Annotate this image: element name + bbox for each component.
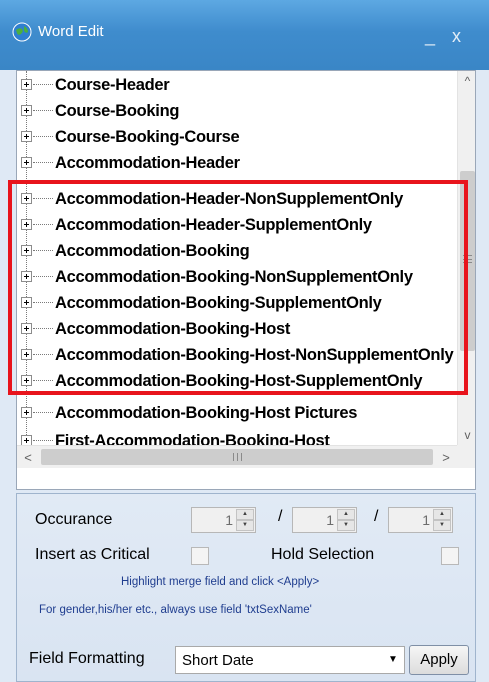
separator: /	[278, 508, 283, 525]
spin-down-icon[interactable]: ▼	[337, 520, 355, 531]
stepper-buttons: ▲ ▼	[433, 509, 451, 531]
tree-item[interactable]: Course-Booking	[17, 99, 457, 123]
insert-critical-label: Insert as Critical	[35, 546, 150, 563]
expand-icon[interactable]	[21, 105, 32, 116]
grip-icon	[233, 453, 242, 461]
expand-icon[interactable]	[21, 157, 32, 168]
stepper-buttons: ▲ ▼	[337, 509, 355, 531]
occurance-stepper-3[interactable]: 1 ▲ ▼	[388, 507, 453, 533]
tree-connector	[33, 84, 53, 85]
spin-up-icon[interactable]: ▲	[433, 509, 451, 520]
options-panel: Occurance 1 ▲ ▼ / 1 ▲ ▼ / 1 ▲ ▼ Insert a…	[16, 493, 476, 682]
tree-connector	[33, 110, 53, 111]
tree-item[interactable]: Accommodation-Booking-Host Pictures	[17, 401, 457, 425]
apply-button[interactable]: Apply	[409, 645, 469, 675]
tree-item[interactable]: First-Accommodation-Booking-Host	[17, 429, 457, 445]
tree-item-label: Accommodation-Booking-Host Pictures	[55, 404, 358, 422]
scroll-down-icon[interactable]: v	[458, 425, 475, 445]
separator: /	[374, 508, 379, 525]
expand-icon[interactable]	[21, 407, 32, 418]
tree-item-label: Course-Booking-Course	[55, 128, 240, 146]
scroll-right-icon[interactable]: >	[435, 446, 457, 469]
stepper-value: 1	[326, 512, 334, 528]
close-button[interactable]: x	[452, 26, 461, 46]
annotation-highlight-box	[8, 180, 468, 395]
tree-item-label: Course-Booking	[55, 102, 180, 120]
spin-up-icon[interactable]: ▲	[337, 509, 355, 520]
tree-connector	[33, 440, 53, 441]
expand-icon[interactable]	[21, 131, 32, 142]
horizontal-scroll-thumb[interactable]	[41, 449, 433, 465]
field-formatting-label: Field Formatting	[29, 650, 145, 667]
hold-selection-label: Hold Selection	[271, 546, 375, 563]
stepper-buttons: ▲ ▼	[236, 509, 254, 531]
scroll-up-icon[interactable]: ^	[458, 71, 475, 91]
horizontal-scrollbar[interactable]: < >	[17, 445, 457, 468]
gender-hint-text: For gender,his/her etc., always use fiel…	[39, 604, 312, 616]
stepper-value: 1	[225, 512, 233, 528]
occurance-stepper-1[interactable]: 1 ▲ ▼	[191, 507, 256, 533]
spin-down-icon[interactable]: ▼	[433, 520, 451, 531]
globe-icon	[12, 22, 32, 42]
hold-selection-checkbox[interactable]	[441, 547, 459, 565]
title-bar[interactable]: Word Edit _ x	[0, 0, 489, 70]
expand-icon[interactable]	[21, 79, 32, 90]
tree-item[interactable]: Course-Booking-Course	[17, 125, 457, 149]
tree-connector	[33, 412, 53, 413]
insert-critical-checkbox[interactable]	[191, 547, 209, 565]
select-value: Short Date	[182, 652, 254, 669]
field-formatting-select[interactable]: Short Date ▼	[175, 646, 405, 674]
occurance-label: Occurance	[35, 511, 113, 528]
minimize-button[interactable]: _	[425, 26, 435, 46]
tree-item[interactable]: Accommodation-Header	[17, 151, 457, 175]
tree-item-label: First-Accommodation-Booking-Host	[55, 432, 330, 445]
tree-item[interactable]: Course-Header	[17, 73, 457, 97]
tree-connector	[33, 136, 53, 137]
scrollbar-corner	[457, 445, 475, 468]
expand-icon[interactable]	[21, 435, 32, 445]
tree-connector	[33, 162, 53, 163]
stepper-value: 1	[422, 512, 430, 528]
spin-down-icon[interactable]: ▼	[236, 520, 254, 531]
occurance-stepper-2[interactable]: 1 ▲ ▼	[292, 507, 357, 533]
dropdown-arrow-icon[interactable]: ▼	[382, 647, 404, 673]
spin-up-icon[interactable]: ▲	[236, 509, 254, 520]
scroll-left-icon[interactable]: <	[17, 446, 39, 469]
window-title: Word Edit	[38, 23, 104, 40]
tree-item-label: Course-Header	[55, 76, 170, 94]
tree-item-label: Accommodation-Header	[55, 154, 240, 172]
word-edit-window: Word Edit _ x Course-Header Course-Booki…	[0, 0, 489, 682]
apply-hint-text: Highlight merge field and click <Apply>	[121, 576, 320, 588]
